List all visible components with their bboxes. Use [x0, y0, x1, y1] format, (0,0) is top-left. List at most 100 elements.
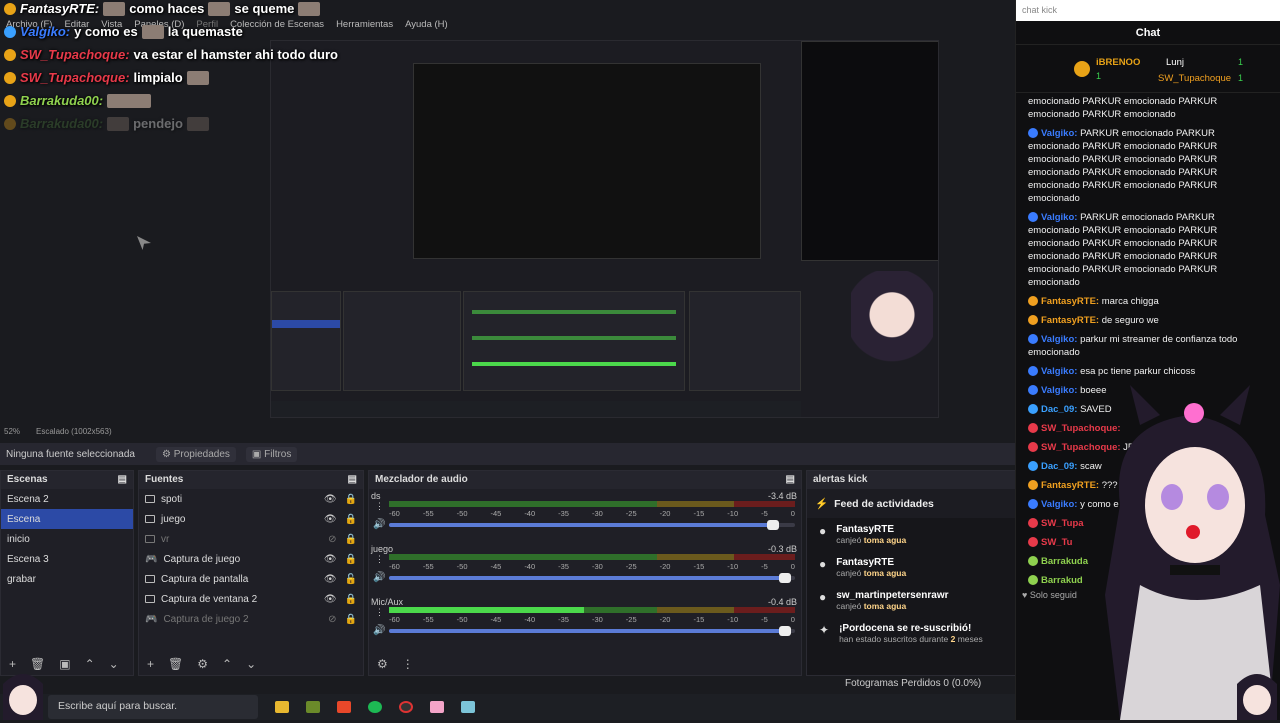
slider-knob[interactable]: [778, 626, 791, 636]
badge-icon: [1028, 442, 1038, 453]
app-icon[interactable]: [461, 701, 475, 713]
more-icon[interactable]: ⋮: [375, 607, 384, 618]
add-icon[interactable]: +: [147, 657, 154, 671]
chat-username[interactable]: Valgiko:: [1041, 366, 1077, 377]
chat-username[interactable]: Valgiko:: [1041, 212, 1077, 223]
lock-icon[interactable]: 🔒: [345, 594, 357, 605]
source-label: vr: [161, 533, 170, 545]
spotify-icon[interactable]: [368, 701, 382, 713]
folder-icon[interactable]: [275, 701, 289, 713]
chat-username[interactable]: SW_Tupa: [1041, 518, 1084, 529]
scale-tick: -30: [591, 562, 603, 571]
lock-icon[interactable]: 🔒: [345, 514, 357, 525]
badge-icon: [1028, 315, 1038, 326]
more-icon[interactable]: ⋮: [375, 501, 384, 512]
scene-label: Escena: [7, 513, 41, 525]
chat-username[interactable]: Dac_09:: [1041, 461, 1077, 472]
chat-username[interactable]: FantasyRTE:: [1041, 480, 1099, 491]
scene-item[interactable]: inicio: [1, 529, 133, 549]
scale-tick: -50: [456, 562, 468, 571]
down-icon[interactable]: ⌄: [109, 657, 119, 671]
up-icon[interactable]: ⌃: [222, 657, 232, 671]
up-icon[interactable]: ⌃: [85, 657, 95, 671]
slider-knob[interactable]: [778, 573, 791, 583]
chat-search[interactable]: chat kick: [1016, 0, 1280, 21]
more-icon[interactable]: ⋮: [375, 554, 384, 565]
scale-tick: -40: [524, 562, 536, 571]
badge-icon: [4, 71, 16, 84]
chat-username[interactable]: SW_Tu: [1041, 537, 1073, 548]
volume-slider[interactable]: [389, 520, 795, 530]
source-item[interactable]: spoti 👁 🔒: [139, 489, 363, 509]
scene-item-active[interactable]: Escena: [1, 509, 133, 529]
taskbar-search[interactable]: Escribe aquí para buscar.: [48, 695, 258, 719]
speaker-icon[interactable]: 🔊: [373, 519, 385, 530]
source-item[interactable]: juego 👁 🔒: [139, 509, 363, 529]
app-icon[interactable]: [306, 701, 320, 713]
down-icon[interactable]: ⌄: [246, 657, 256, 671]
gear-icon[interactable]: ⚙: [197, 657, 208, 671]
chat-username[interactable]: Barrakud: [1041, 575, 1083, 586]
speaker-icon[interactable]: 🔊: [373, 572, 385, 583]
eye-icon[interactable]: 👁: [324, 554, 337, 565]
alert-sub-bold: toma agua: [863, 568, 907, 578]
source-item[interactable]: vr ⊘ 🔒: [139, 529, 363, 549]
scene-item[interactable]: grabar: [1, 569, 133, 589]
chat-username[interactable]: Dac_09:: [1041, 404, 1077, 415]
sparkle-icon: ✦: [819, 623, 830, 637]
source-item[interactable]: Captura de pantalla 👁 🔓: [139, 569, 363, 589]
channel-db: -0.4 dB: [767, 597, 797, 607]
source-item[interactable]: 🎮 Captura de juego 2 ⊘ 🔒: [139, 609, 363, 629]
menu-coleccion-escenas[interactable]: Colección de Escenas: [230, 19, 324, 30]
chat-text: de seguro we: [1101, 315, 1159, 326]
filter-icon[interactable]: ▣: [59, 657, 70, 671]
source-item[interactable]: Captura de ventana 2 👁 🔒: [139, 589, 363, 609]
badge-icon: [1028, 575, 1038, 586]
chat-username[interactable]: Valgiko:: [1041, 385, 1077, 396]
badge-icon: [4, 25, 16, 38]
eye-icon[interactable]: 👁: [324, 594, 337, 605]
lock-icon[interactable]: 🔒: [345, 534, 357, 545]
chat-username[interactable]: FantasyRTE:: [1041, 296, 1099, 307]
source-item[interactable]: 🎮 Captura de juego 👁 🔒: [139, 549, 363, 569]
eye-hidden-icon[interactable]: ⊘: [328, 614, 336, 625]
app-icon[interactable]: [430, 701, 444, 713]
volume-slider[interactable]: [389, 573, 795, 583]
lock-icon[interactable]: 🔒: [345, 614, 357, 625]
overlay-line: Barrakuda00: pendejo: [4, 116, 209, 131]
chat-username[interactable]: Valgiko:: [1041, 334, 1077, 345]
menu-ayuda[interactable]: Ayuda (H): [405, 19, 448, 30]
eye-hidden-icon[interactable]: ⊘: [328, 534, 336, 545]
obs-icon[interactable]: [399, 701, 413, 713]
lock-icon[interactable]: 🔒: [345, 554, 357, 565]
zoom-level[interactable]: 52%: [4, 427, 20, 436]
chat-username[interactable]: Valgiko:: [1041, 128, 1077, 139]
preview-canvas[interactable]: [270, 40, 939, 418]
chat-username[interactable]: Valgiko:: [1041, 499, 1077, 510]
brave-icon[interactable]: [337, 701, 351, 713]
dock-menu-icon[interactable]: ▤: [348, 474, 357, 486]
dock-menu-icon[interactable]: ▤: [118, 474, 127, 486]
eye-icon[interactable]: 👁: [324, 574, 337, 585]
properties-button[interactable]: ⚙ Propiedades: [156, 446, 236, 462]
scene-item[interactable]: Escena 3: [1, 549, 133, 569]
eye-icon[interactable]: 👁: [324, 494, 337, 505]
menu-herramientas[interactable]: Herramientas: [336, 19, 393, 30]
channel-name: juego: [371, 544, 394, 554]
chat-username[interactable]: Barrakuda: [1041, 556, 1088, 567]
overlay-text: la quemaste: [167, 24, 243, 39]
scene-item[interactable]: Escena 2: [1, 489, 133, 509]
filters-button[interactable]: ▣ Filtros: [245, 446, 298, 462]
speaker-icon[interactable]: 🔊: [373, 625, 385, 636]
lock-icon[interactable]: 🔒: [345, 494, 357, 505]
alert-name: FantasyRTE: [836, 524, 895, 535]
eye-icon[interactable]: 👁: [324, 514, 337, 525]
more-icon[interactable]: ⋮: [402, 657, 414, 671]
unlock-icon[interactable]: 🔓: [345, 574, 357, 585]
chat-username[interactable]: FantasyRTE:: [1041, 315, 1099, 326]
gear-icon[interactable]: ⚙: [377, 657, 388, 671]
dock-menu-icon[interactable]: ▤: [786, 474, 795, 486]
slider-knob[interactable]: [766, 520, 779, 530]
volume-slider[interactable]: [389, 626, 795, 636]
trash-icon[interactable]: 🗑: [168, 657, 183, 671]
